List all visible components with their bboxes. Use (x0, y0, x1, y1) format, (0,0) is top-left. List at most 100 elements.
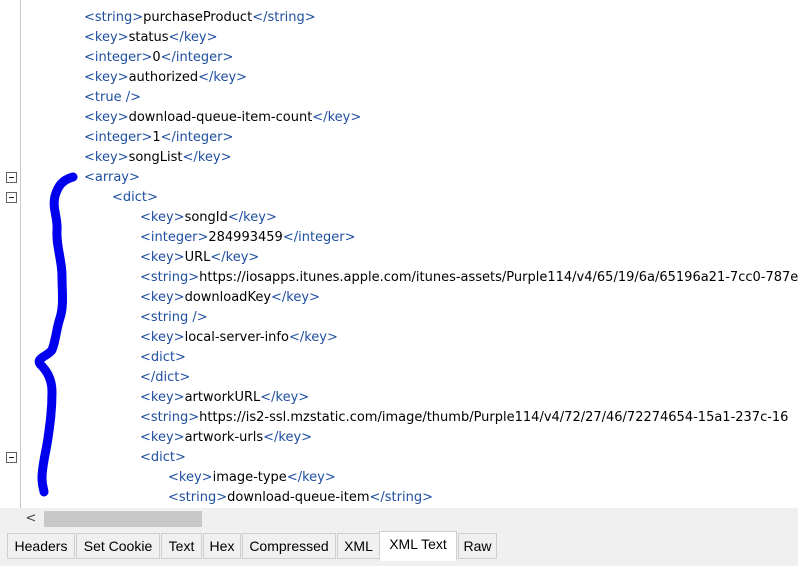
xml-tag-name: integer (175, 130, 223, 145)
xml-tag-name: integer (298, 230, 345, 245)
xml-bracket: > (132, 10, 144, 25)
xml-line: <key>downloadKey</key> (140, 288, 320, 308)
xml-bracket: < (84, 30, 95, 45)
xml-line: <key>image-type</key> (168, 468, 336, 488)
xml-bracket: > (220, 150, 232, 165)
xml-text-value: https://iosapps.itunes.apple.com/itunes-… (199, 270, 798, 285)
xml-bracket: </ (198, 70, 214, 85)
xml-bracket: < (84, 50, 95, 65)
xml-bracket: </ (312, 110, 328, 125)
xml-line: <key>authorized</key> (84, 68, 247, 88)
xml-bracket: > (117, 150, 129, 165)
tab-compressed[interactable]: Compressed (242, 533, 336, 559)
xml-line: <key>songList</key> (84, 148, 231, 168)
xml-bracket: /> (188, 310, 208, 325)
xml-bracket: </ (160, 130, 176, 145)
xml-line: <true /> (84, 88, 141, 108)
xml-tag-name: key (275, 390, 299, 405)
xml-bracket: < (140, 270, 151, 285)
xml-line: <integer>0</integer> (84, 48, 233, 68)
xml-text-value: status (128, 30, 169, 45)
xml-line: <key>local-server-info</key> (140, 328, 338, 348)
horizontal-scrollbar[interactable]: < (0, 508, 798, 530)
xml-bracket: > (206, 30, 218, 45)
xml-bracket: > (175, 350, 186, 365)
xml-bracket: > (173, 390, 185, 405)
xml-tag-name: key (94, 110, 118, 125)
xml-bracket: < (84, 70, 95, 85)
tab-set-cookie[interactable]: Set Cookie (76, 533, 160, 559)
xml-bracket: < (84, 90, 95, 105)
xml-bracket: < (168, 470, 179, 485)
xml-text-value: downloadKey (184, 290, 272, 305)
fold-toggle-dict-icon[interactable] (6, 192, 17, 203)
xml-tag-name: key (213, 70, 237, 85)
xml-tag-name: dict (150, 450, 176, 465)
xml-bracket: < (112, 190, 123, 205)
xml-line: <key>artwork-urls</key> (140, 428, 312, 448)
xml-tag-name: string (150, 410, 189, 425)
xml-line: <string>https://is2-ssl.mzstatic.com/ima… (140, 408, 788, 428)
xml-bracket: < (140, 230, 151, 245)
tab-text[interactable]: Text (161, 533, 202, 559)
xml-line: <dict> (140, 448, 186, 468)
xml-bracket: > (173, 290, 185, 305)
chevron-left-icon[interactable]: < (24, 512, 38, 526)
xml-tag-name: key (150, 390, 174, 405)
xml-bracket: < (84, 150, 95, 165)
xml-bracket: </ (182, 150, 198, 165)
scrollbar-thumb[interactable] (44, 511, 202, 527)
xml-bracket: > (173, 210, 185, 225)
fold-toggle-array-icon[interactable] (6, 172, 17, 183)
fold-toggle-dict-2-icon[interactable] (6, 452, 17, 463)
xml-tag-name: key (243, 210, 266, 225)
xml-text-value: artworkURL (184, 390, 261, 405)
xml-bracket: < (140, 430, 151, 445)
xml-code-area[interactable]: <string>purchaseProduct</string> <key>sta… (22, 0, 798, 508)
xml-text-value: purchaseProduct (143, 10, 253, 25)
tab-hex[interactable]: Hex (203, 533, 241, 559)
xml-bracket: </ (160, 50, 176, 65)
xml-line: <key>URL</key> (140, 248, 259, 268)
xml-bracket: </ (140, 370, 156, 385)
tab-xml[interactable]: XML (337, 533, 380, 559)
xml-tag-name: string (267, 10, 305, 25)
xml-bracket: < (140, 290, 151, 305)
xml-tag-name: dict (150, 350, 176, 365)
xml-text-viewer: <string>purchaseProduct</string> <key>sta… (0, 0, 798, 566)
xml-line: <key>artworkURL</key> (140, 388, 309, 408)
tab-xml-text[interactable]: XML Text (379, 531, 457, 561)
xml-bracket: > (141, 130, 153, 145)
xml-tag-name: integer (150, 230, 198, 245)
xml-tag-name: key (327, 110, 351, 125)
xml-line: <array> (84, 168, 140, 188)
xml-bracket: </ (227, 210, 244, 225)
xml-bracket: < (140, 350, 151, 365)
xml-bracket: > (173, 250, 185, 265)
xml-bracket: < (140, 410, 151, 425)
xml-bracket: </ (260, 390, 276, 405)
xml-bracket: > (298, 390, 310, 405)
view-tab-bar: Headers Set Cookie Text Hex Compressed X… (0, 530, 798, 566)
xml-bracket: > (350, 110, 362, 125)
xml-tag-name: key (150, 290, 174, 305)
xml-tag-name: key (94, 150, 118, 165)
xml-bracket: </ (271, 290, 287, 305)
tab-raw[interactable]: Raw (458, 533, 497, 559)
xml-bracket: < (140, 450, 151, 465)
xml-bracket: > (301, 430, 313, 445)
xml-line: <key>status</key> (84, 28, 217, 48)
tab-headers[interactable]: Headers (7, 533, 75, 559)
xml-tag-name: string (150, 270, 189, 285)
xml-bracket: > (179, 370, 191, 385)
xml-tag-name: key (302, 470, 325, 485)
xml-tag-name: true (94, 90, 122, 105)
xml-tag-name: dict (122, 190, 148, 205)
xml-tag-name: key (150, 250, 174, 265)
xml-bracket: /> (121, 90, 141, 105)
xml-line: <integer>1</integer> (84, 128, 233, 148)
xml-tag-name: key (178, 470, 202, 485)
xml-bracket: < (84, 110, 95, 125)
xml-bracket: > (222, 130, 234, 145)
xml-line: <string /> (140, 308, 208, 328)
